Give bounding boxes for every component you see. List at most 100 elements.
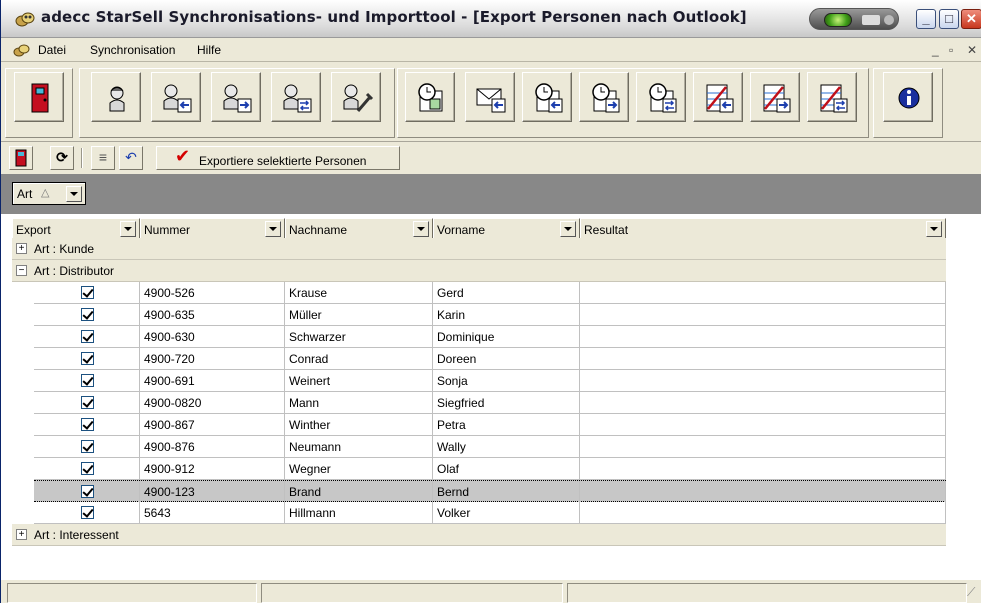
outlook-mail-import-button[interactable]: [465, 72, 515, 122]
table-row[interactable]: 4900-876 Neumann Wally: [34, 436, 946, 458]
nachname-cell[interactable]: Mann: [285, 392, 433, 413]
menu-synchronisation[interactable]: Synchronisation: [90, 43, 175, 57]
expand-plus-icon[interactable]: +: [16, 529, 27, 540]
maximize-button[interactable]: □: [939, 9, 959, 29]
chevron-down-icon[interactable]: [413, 221, 429, 237]
export-checkbox[interactable]: [81, 330, 94, 343]
persons-button[interactable]: [91, 72, 141, 122]
chevron-down-icon[interactable]: [926, 221, 942, 237]
nachname-cell[interactable]: Wegner: [285, 458, 433, 479]
table-row[interactable]: 4900-630 Schwarzer Dominique: [34, 326, 946, 348]
table-row[interactable]: 4900-912 Wegner Olaf: [34, 458, 946, 480]
table-row[interactable]: 4900-635 Müller Karin: [34, 304, 946, 326]
column-header-vorname[interactable]: Vorname: [433, 218, 580, 240]
resultat-cell[interactable]: [580, 348, 946, 369]
chevron-down-icon[interactable]: [120, 221, 136, 237]
nummer-cell[interactable]: 4900-720: [140, 348, 285, 369]
outlook-calendar-button[interactable]: [405, 72, 455, 122]
mdi-minimize-button[interactable]: _: [932, 43, 939, 57]
persons-settings-button[interactable]: [331, 72, 381, 122]
vorname-cell[interactable]: Olaf: [433, 458, 580, 479]
export-checkbox[interactable]: [81, 418, 94, 431]
resultat-cell[interactable]: [580, 414, 946, 435]
column-header-nummer[interactable]: Nummer: [140, 218, 285, 240]
chevron-down-icon[interactable]: [560, 221, 576, 237]
nachname-cell[interactable]: Conrad: [285, 348, 433, 369]
vorname-cell[interactable]: Wally: [433, 436, 580, 457]
persons-import-button[interactable]: [151, 72, 201, 122]
export-checkbox[interactable]: [81, 396, 94, 409]
chevron-down-icon[interactable]: [265, 221, 281, 237]
collapse-minus-icon[interactable]: −: [16, 265, 27, 276]
menu-datei[interactable]: Datei: [38, 43, 66, 57]
chevron-down-icon[interactable]: [66, 186, 82, 202]
export-selected-button[interactable]: ✔ Exportiere selektierte Personen: [156, 146, 400, 170]
group-row-interessent[interactable]: + Art : Interessent: [12, 524, 946, 546]
table-row[interactable]: 5643 Hillmann Volker: [34, 502, 946, 524]
vorname-cell[interactable]: Petra: [433, 414, 580, 435]
export-checkbox[interactable]: [81, 374, 94, 387]
nummer-cell[interactable]: 4900-876: [140, 436, 285, 457]
export-checkbox[interactable]: [81, 352, 94, 365]
groupby-chip-art[interactable]: Art △: [12, 182, 86, 205]
table-row[interactable]: 4900-867 Winther Petra: [34, 414, 946, 436]
vorname-cell[interactable]: Sonja: [433, 370, 580, 391]
resize-grip-icon[interactable]: ⟋: [967, 585, 975, 600]
vorname-cell[interactable]: Bernd: [433, 481, 580, 502]
resultat-cell[interactable]: [580, 282, 946, 303]
outlook-task-export-button[interactable]: [750, 72, 800, 122]
column-header-resultat[interactable]: Resultat: [580, 218, 946, 240]
nachname-cell[interactable]: Hillmann: [285, 502, 433, 523]
nummer-cell[interactable]: 4900-630: [140, 326, 285, 347]
export-checkbox[interactable]: [81, 440, 94, 453]
export-checkbox[interactable]: [81, 286, 94, 299]
info-button[interactable]: [883, 72, 933, 122]
nachname-cell[interactable]: Winther: [285, 414, 433, 435]
export-checkbox[interactable]: [81, 506, 94, 519]
nachname-cell[interactable]: Brand: [285, 481, 433, 502]
mdi-restore-button[interactable]: ▫: [949, 43, 953, 57]
group-row-kunde[interactable]: + Art : Kunde: [12, 238, 946, 260]
nummer-cell[interactable]: 4900-867: [140, 414, 285, 435]
persons-sync-button[interactable]: [271, 72, 321, 122]
system-tray-widget[interactable]: [809, 8, 899, 30]
table-row[interactable]: 4900-0820 Mann Siegfried: [34, 392, 946, 414]
exit-button[interactable]: [14, 72, 64, 122]
resultat-cell[interactable]: [580, 392, 946, 413]
group-row-distributor[interactable]: − Art : Distributor: [12, 260, 946, 282]
resultat-cell[interactable]: [580, 458, 946, 479]
export-checkbox[interactable]: [81, 485, 94, 498]
document-icon[interactable]: [13, 41, 31, 59]
export-checkbox[interactable]: [81, 308, 94, 321]
close-view-button[interactable]: [9, 146, 33, 170]
nachname-cell[interactable]: Weinert: [285, 370, 433, 391]
nachname-cell[interactable]: Schwarzer: [285, 326, 433, 347]
nummer-cell[interactable]: 4900-635: [140, 304, 285, 325]
list-view-button[interactable]: ≡: [91, 146, 115, 170]
vorname-cell[interactable]: Volker: [433, 502, 580, 523]
outlook-calendar-sync-button[interactable]: [636, 72, 686, 122]
vorname-cell[interactable]: Karin: [433, 304, 580, 325]
nachname-cell[interactable]: Müller: [285, 304, 433, 325]
table-row[interactable]: 4900-123 Brand Bernd: [34, 480, 946, 502]
title-bar[interactable]: adecc StarSell Synchronisations- und Imp…: [1, 0, 981, 38]
nummer-cell[interactable]: 4900-912: [140, 458, 285, 479]
export-checkbox[interactable]: [81, 462, 94, 475]
nummer-cell[interactable]: 4900-123: [140, 481, 285, 502]
column-header-export[interactable]: Export: [12, 218, 140, 240]
resultat-cell[interactable]: [580, 370, 946, 391]
outlook-calendar-export-button[interactable]: [579, 72, 629, 122]
nummer-cell[interactable]: 4900-526: [140, 282, 285, 303]
minimize-button[interactable]: _: [916, 9, 936, 29]
nachname-cell[interactable]: Neumann: [285, 436, 433, 457]
table-row[interactable]: 4900-720 Conrad Doreen: [34, 348, 946, 370]
column-header-nachname[interactable]: Nachname: [285, 218, 433, 240]
nummer-cell[interactable]: 4900-691: [140, 370, 285, 391]
nummer-cell[interactable]: 5643: [140, 502, 285, 523]
resultat-cell[interactable]: [580, 326, 946, 347]
table-row[interactable]: 4900-691 Weinert Sonja: [34, 370, 946, 392]
vorname-cell[interactable]: Doreen: [433, 348, 580, 369]
expand-plus-icon[interactable]: +: [16, 243, 27, 254]
vorname-cell[interactable]: Gerd: [433, 282, 580, 303]
close-button[interactable]: ✕: [961, 9, 981, 29]
